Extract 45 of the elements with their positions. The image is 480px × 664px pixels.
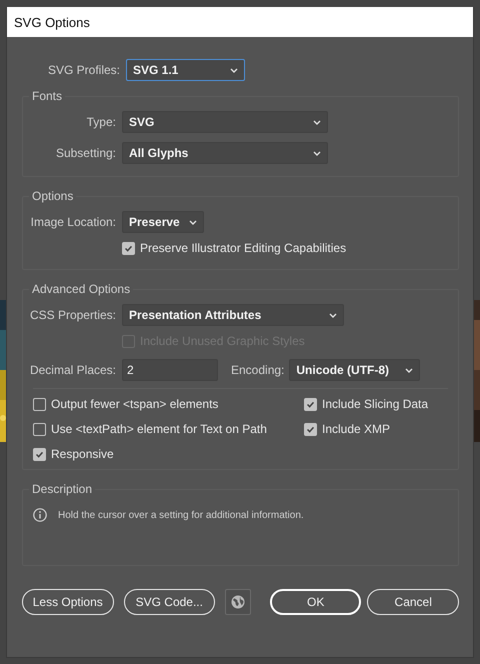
dialog-button[interactable]: Cancel xyxy=(367,589,459,615)
section-title: Options xyxy=(31,189,74,203)
decimal-places-field[interactable]: 2 xyxy=(122,359,218,381)
field-label: Image Location: xyxy=(30,215,116,229)
field-label: SVG Profiles: xyxy=(46,63,120,77)
dialog-button[interactable]: SVG Code... xyxy=(124,589,216,615)
checkbox-label: Preserve Illustrator Editing Capabilities xyxy=(140,241,346,255)
ok-button[interactable]: OK xyxy=(270,589,362,615)
image-location-dropdown[interactable]: Preserve xyxy=(122,211,204,233)
checkbox[interactable] xyxy=(33,398,46,410)
encoding-dropdown[interactable]: Unicode (UTF-8) xyxy=(289,359,420,381)
profile-dropdown[interactable]: SVG 1.1 xyxy=(126,59,245,81)
section-title: Description xyxy=(31,482,94,496)
chevron-icon xyxy=(405,368,414,372)
field-label: Type: xyxy=(86,115,116,129)
checkbox[interactable] xyxy=(304,398,317,410)
type-dropdown[interactable]: SVG xyxy=(122,111,328,133)
section-title: Fonts xyxy=(31,89,64,103)
field-label: Decimal Places: xyxy=(28,363,116,377)
chevron-icon xyxy=(329,312,337,318)
subsetting-dropdown[interactable]: All Glyphs xyxy=(122,142,328,164)
checkbox-label: Include XMP xyxy=(322,422,390,436)
chevron-icon xyxy=(313,150,321,156)
section-title: Advanced Options xyxy=(31,282,132,296)
checkbox-label: Output fewer <tspan> elements xyxy=(51,397,218,411)
checkbox-label: Include Slicing Data xyxy=(322,397,428,411)
info-icon xyxy=(33,508,47,522)
field-label: Encoding: xyxy=(231,363,284,377)
checkbox[interactable] xyxy=(122,242,135,254)
checkbox[interactable] xyxy=(33,422,46,436)
field-label: Subsetting: xyxy=(54,146,116,160)
dialog-button[interactable]: Less Options xyxy=(22,589,114,615)
chevron-icon xyxy=(313,120,321,124)
window-title: SVG Options xyxy=(14,14,90,30)
chevron-icon xyxy=(230,68,238,72)
css-properties-dropdown[interactable]: Presentation Attributes xyxy=(122,304,344,326)
description-text: Hold the cursor over a setting for additional information. xyxy=(58,510,304,520)
globe-button[interactable] xyxy=(225,589,251,615)
checkbox-label: Use <textPath> element for Text on Path xyxy=(51,422,267,436)
chevron-icon xyxy=(189,220,197,224)
checkbox[interactable] xyxy=(33,448,46,460)
checkbox[interactable] xyxy=(304,422,317,436)
field-label: CSS Properties: xyxy=(28,308,116,322)
checkbox-label: Responsive xyxy=(51,447,114,461)
globe-icon xyxy=(230,595,245,609)
